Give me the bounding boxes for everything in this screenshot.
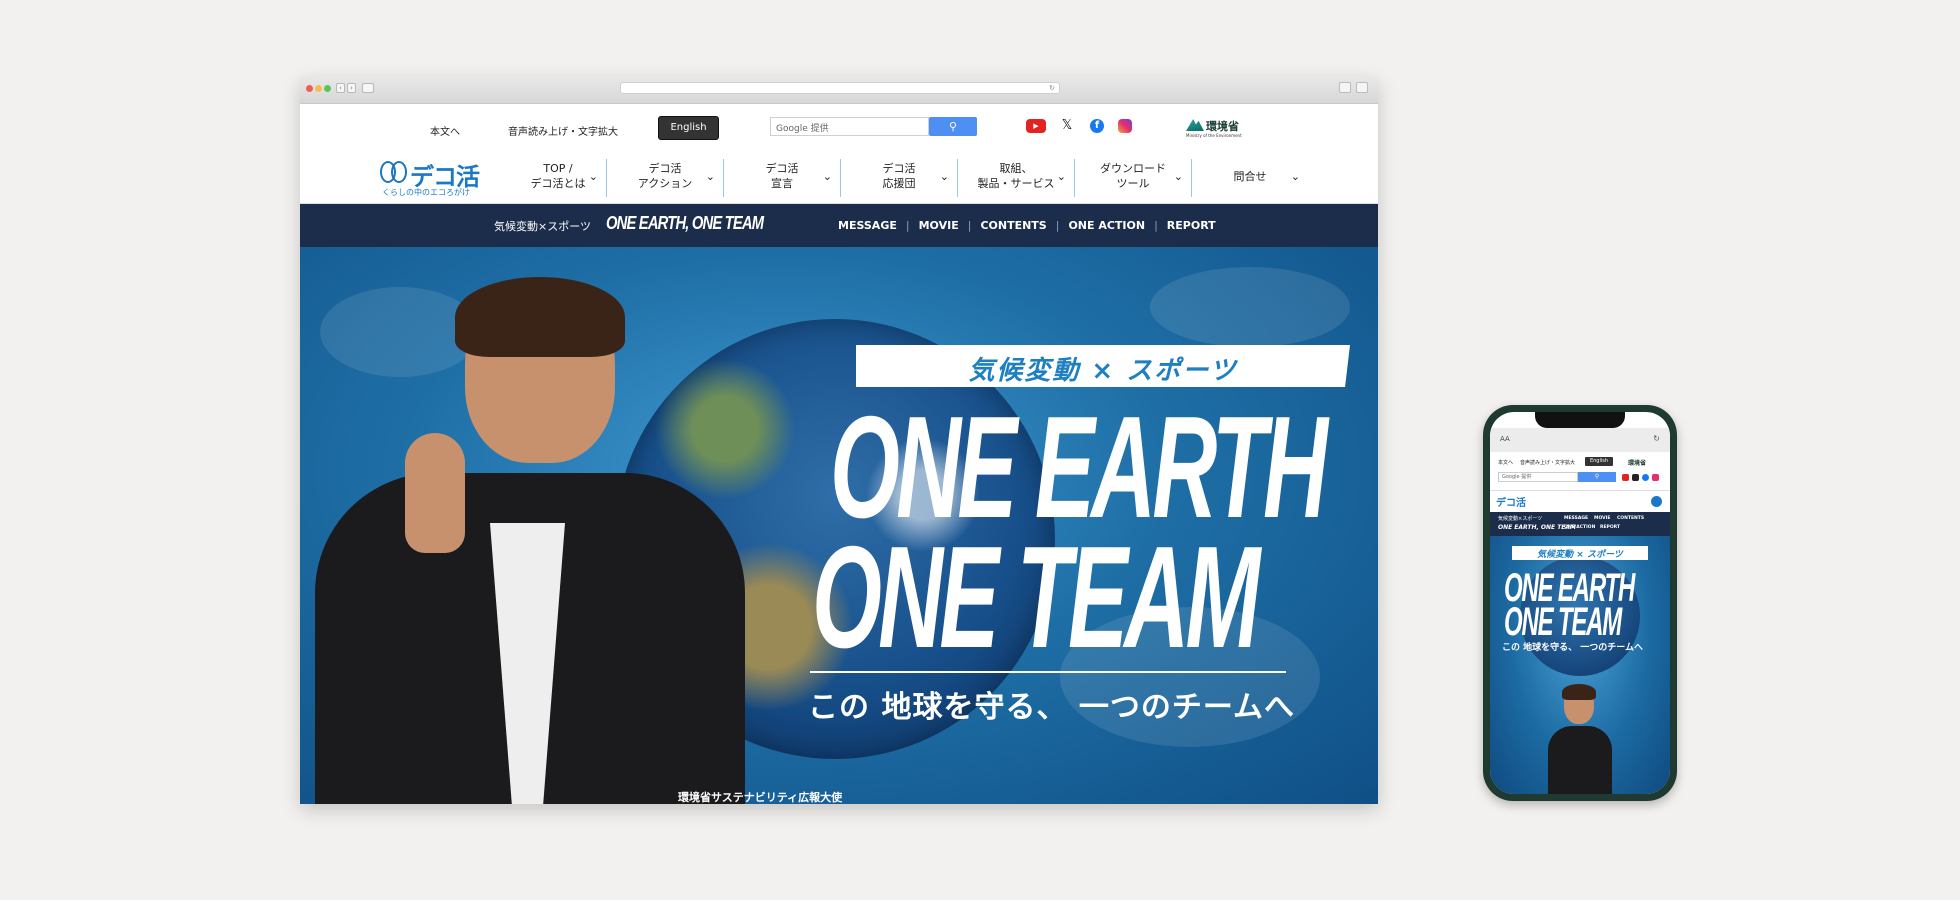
hero-headline-line2: ONE TEAM xyxy=(812,516,1260,678)
hero-subtitle: この 地球を守る、 一つのチームへ xyxy=(1502,643,1643,653)
reload-icon[interactable]: ↻ xyxy=(1049,84,1055,92)
facebook-icon[interactable] xyxy=(1642,474,1649,481)
chevron-down-icon: ⌄ xyxy=(1173,170,1183,183)
hero-banner-label: 気候変動 × スポーツ xyxy=(856,345,1350,387)
nav-item-declaration[interactable]: デコ活 宣言 ⌄ xyxy=(724,151,840,203)
forward-icon[interactable]: › xyxy=(347,83,356,93)
main-navigation: デコ活 くらしの中のエコろがけ TOP / デコ活とは ⌄ デコ活 アクション ⌄ … xyxy=(300,151,1378,204)
mobile-address-bar[interactable]: AA ↻ xyxy=(1490,428,1670,452)
instagram-icon[interactable] xyxy=(1652,474,1659,481)
back-icon[interactable]: ‹ xyxy=(336,83,345,93)
google-search-brand: Google 提供 xyxy=(776,124,829,134)
link-report[interactable]: REPORT xyxy=(1167,219,1216,232)
chevron-down-icon: ⌄ xyxy=(1056,170,1066,183)
maximize-window-icon[interactable] xyxy=(324,85,331,92)
logo-rings-icon xyxy=(380,161,408,183)
mobile-hero: 気候変動 × スポーツ ONE EARTH ONE TEAM この 地球を守る、… xyxy=(1490,536,1670,794)
search-button[interactable]: ⚲ xyxy=(929,117,977,136)
english-button[interactable]: English xyxy=(1585,457,1613,466)
link-one-action[interactable]: ONE ACTION xyxy=(1068,219,1145,232)
skip-to-content-link[interactable]: 本文へ xyxy=(430,123,460,138)
divider xyxy=(810,671,1286,673)
browser-chrome: ‹ › ↻ xyxy=(300,77,1378,104)
campaign-title: 気候変動×スポーツ xyxy=(494,220,591,233)
chevron-down-icon: ⌄ xyxy=(822,170,832,183)
chevron-down-icon: ⌄ xyxy=(1290,170,1300,183)
link-movie[interactable]: MOVIE xyxy=(1594,516,1610,521)
ambassador-photo xyxy=(1548,684,1612,794)
mobile-phone-mockup: AA ↻ 本文へ 音声読み上げ・文字拡大 English 環境省 Google … xyxy=(1483,405,1677,801)
hero-caption: 環境省サステナビリティ広報大使 xyxy=(678,791,843,804)
x-icon[interactable] xyxy=(1632,474,1639,481)
nav-item-actions[interactable]: デコ活 アクション ⌄ xyxy=(607,151,723,203)
search-icon: ⚲ xyxy=(948,120,958,133)
decokatsu-logo[interactable]: デコ活 くらしの中のエコろがけ xyxy=(380,157,496,199)
sidebar-icon[interactable] xyxy=(362,83,374,93)
search-input[interactable]: Google 提供 xyxy=(770,117,929,136)
address-bar[interactable]: ↻ xyxy=(620,82,1060,94)
hero-banner: 気候変動 × スポーツ ONE EARTH ONE TEAM この 地球を守る、… xyxy=(300,247,1378,804)
link-one-action[interactable]: ONE ACTION xyxy=(1564,525,1595,530)
nav-item-products[interactable]: 取組、 製品・サービス ⌄ xyxy=(958,151,1074,203)
tabs-icon[interactable] xyxy=(1356,82,1368,93)
utility-bar: 本文へ 音声読み上げ・文字拡大 English Google 提供 ⚲ ▶ 𝕏 … xyxy=(300,104,1378,151)
phone-screen: AA ↻ 本文へ 音声読み上げ・文字拡大 English 環境省 Google … xyxy=(1490,412,1670,794)
accessibility-link[interactable]: 音声読み上げ・文字拡大 xyxy=(1520,459,1575,466)
campaign-brand[interactable]: ONE EARTH, ONE TEAM xyxy=(606,213,764,234)
hero-banner-label: 気候変動 × スポーツ xyxy=(1512,546,1648,560)
menu-icon[interactable] xyxy=(1651,496,1662,507)
reload-icon[interactable]: ↻ xyxy=(1653,434,1660,443)
link-movie[interactable]: MOVIE xyxy=(919,219,959,232)
minimize-window-icon[interactable] xyxy=(315,85,322,92)
search-input[interactable]: Google 提供 xyxy=(1498,472,1578,482)
x-icon[interactable]: 𝕏 xyxy=(1058,119,1076,133)
nav-item-contact[interactable]: 問合せ ⌄ xyxy=(1192,151,1308,203)
logo-tagline: くらしの中のエコろがけ xyxy=(382,188,470,197)
chevron-down-icon: ⌄ xyxy=(939,170,949,183)
ministry-mark-icon xyxy=(1186,119,1204,131)
mobile-utility-bar: 本文へ 音声読み上げ・文字拡大 English 環境省 Google 提供 ⚲ xyxy=(1490,454,1670,488)
nav-item-top[interactable]: TOP / デコ活とは ⌄ xyxy=(510,151,606,203)
link-report[interactable]: REPORT xyxy=(1600,525,1620,530)
ministry-logo[interactable]: 環境省 xyxy=(1628,458,1646,467)
share-icon[interactable] xyxy=(1339,82,1351,93)
youtube-icon[interactable] xyxy=(1622,474,1629,481)
close-window-icon[interactable] xyxy=(306,85,313,92)
skip-to-content-link[interactable]: 本文へ xyxy=(1498,459,1513,466)
chevron-down-icon: ⌄ xyxy=(588,170,598,183)
english-button[interactable]: English xyxy=(658,116,719,140)
search-button[interactable]: ⚲ xyxy=(1578,472,1616,482)
youtube-icon[interactable]: ▶ xyxy=(1026,119,1046,133)
mobile-header: デコ活 xyxy=(1490,490,1670,510)
hero-subtitle: この 地球を守る、 一つのチームへ xyxy=(808,690,1295,725)
link-message[interactable]: MESSAGE xyxy=(1564,516,1588,521)
phone-notch xyxy=(1535,412,1625,428)
text-size-button[interactable]: AA xyxy=(1500,435,1510,443)
link-message[interactable]: MESSAGE xyxy=(838,219,897,232)
instagram-icon[interactable] xyxy=(1118,119,1132,133)
mobile-campaign-subbar: 気候変動×スポーツ ONE EARTH, ONE TEAM MESSAGE MO… xyxy=(1490,512,1670,536)
ministry-name: 環境省 xyxy=(1206,120,1239,133)
nav-item-download[interactable]: ダウンロード ツール ⌄ xyxy=(1075,151,1191,203)
chevron-down-icon: ⌄ xyxy=(705,170,715,183)
ministry-english-name: Ministry of the Environment xyxy=(1186,133,1242,138)
search-icon: ⚲ xyxy=(1594,473,1600,480)
hero-headline-line2: ONE TEAM xyxy=(1504,600,1622,644)
campaign-title: 気候変動×スポーツ xyxy=(1498,516,1543,522)
campaign-links: MESSAGE | MOVIE | CONTENTS | ONE ACTION | REPORT xyxy=(838,219,1216,232)
desktop-browser-mockup: ‹ › ↻ 本文へ 音声読み上げ・文字拡大 English Google 提供 … xyxy=(300,77,1378,804)
accessibility-link[interactable]: 音声読み上げ・文字拡大 xyxy=(508,123,618,138)
facebook-icon[interactable]: f xyxy=(1090,119,1104,133)
decokatsu-logo[interactable]: デコ活 xyxy=(1496,494,1526,509)
link-contents[interactable]: CONTENTS xyxy=(1617,516,1644,521)
ministry-of-environment-logo[interactable]: 環境省 Ministry of the Environment xyxy=(1186,118,1246,140)
ambassador-photo xyxy=(315,277,745,804)
nav-item-supporters[interactable]: デコ活 応援団 ⌄ xyxy=(841,151,957,203)
campaign-subbar: 気候変動×スポーツ ONE EARTH, ONE TEAM MESSAGE | MO… xyxy=(300,204,1378,250)
link-contents[interactable]: CONTENTS xyxy=(980,219,1046,232)
